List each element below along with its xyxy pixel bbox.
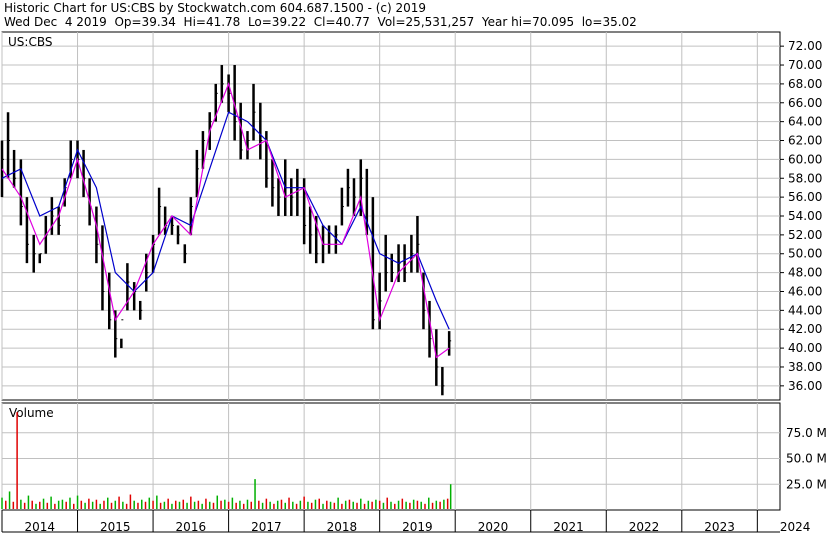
y-tick-label: 36.00 <box>788 379 822 393</box>
y-tick-label: 58.00 <box>788 171 822 185</box>
y-tick-label: 46.00 <box>788 284 822 298</box>
y-tick-label: 44.00 <box>788 303 822 317</box>
y-tick-label: 54.00 <box>788 209 822 223</box>
y-tick-label: 48.00 <box>788 266 822 280</box>
volume-tick-label: 50.0 M <box>786 452 827 466</box>
y-tick-label: 64.00 <box>788 115 822 129</box>
y-tick-label: 52.00 <box>788 228 822 242</box>
y-tick-label: 62.00 <box>788 134 822 148</box>
volume-tick-label: 25.0 M <box>786 477 827 491</box>
volume-panel: 75.0 M 50.0 M 25.0 M Volume <box>1 402 827 511</box>
y-tick-label: 56.00 <box>788 190 822 204</box>
x-tick-label: 2024 <box>780 520 811 534</box>
volume-frame <box>1 402 781 511</box>
y-tick-label: 50.00 <box>788 247 822 261</box>
x-axis: 2014 2015 2016 2017 2018 2019 2020 2021 2022 2023… <box>1 510 811 534</box>
stock-chart: 72.00 70.00 68.00 66.00 64.00 62.00 60.00 58.00… <box>0 31 827 534</box>
y-tick-label: 40.00 <box>788 341 822 355</box>
y-tick-label: 68.00 <box>788 77 822 91</box>
y-tick-label: 38.00 <box>788 360 822 374</box>
price-panel: 72.00 70.00 68.00 66.00 64.00 62.00 60.00 58.00… <box>0 31 822 401</box>
y-tick-label: 42.00 <box>788 322 822 336</box>
y-tick-label: 66.00 <box>788 96 822 110</box>
y-tick-label: 72.00 <box>788 39 822 53</box>
y-tick-label: 60.00 <box>788 152 822 166</box>
volume-panel-title: Volume <box>9 406 54 420</box>
price-panel-title: US:CBS <box>8 35 52 49</box>
y-tick-label: 70.00 <box>788 58 822 72</box>
volume-tick-label: 75.0 M <box>786 426 827 440</box>
